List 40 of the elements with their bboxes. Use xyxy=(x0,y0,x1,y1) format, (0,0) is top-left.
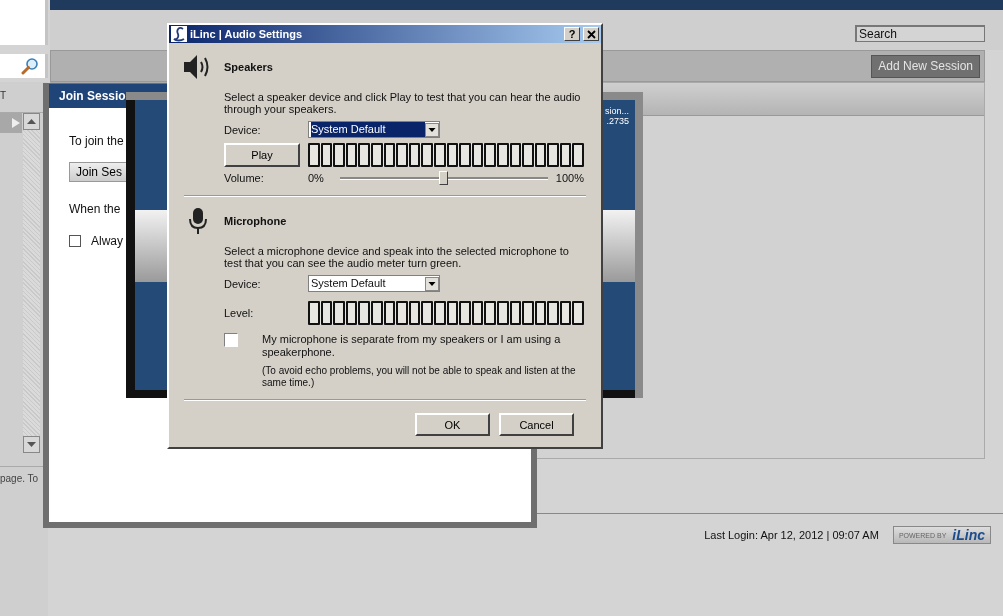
intro-text: To join the xyxy=(69,134,124,148)
section-description: Select a microphone device and speak into the selected microphone to test that you can see the audio meter turn green. xyxy=(224,245,570,269)
section-heading: Speakers xyxy=(224,61,273,73)
scroll-up-icon[interactable] xyxy=(23,113,40,130)
play-button[interactable]: Play xyxy=(224,143,300,167)
device-dropdown[interactable]: System Default xyxy=(308,275,440,292)
help-button[interactable]: ? xyxy=(564,27,580,41)
checkbox[interactable] xyxy=(69,235,81,247)
note-text: When the xyxy=(69,202,121,216)
script-logo-icon xyxy=(171,26,187,42)
scroll-down-icon[interactable] xyxy=(23,436,40,453)
session-text: .2735 xyxy=(606,116,629,126)
volume-slider[interactable] xyxy=(340,171,548,185)
level-label: Level: xyxy=(224,307,255,319)
scrollbar[interactable] xyxy=(23,113,40,453)
search-field[interactable]: Search xyxy=(855,25,985,42)
volume-max-label: 100% xyxy=(554,172,584,184)
device-dropdown[interactable]: System Default xyxy=(308,121,440,138)
checkbox[interactable] xyxy=(224,333,238,347)
sidebar-panel xyxy=(0,0,48,45)
last-login-text: Last Login: Apr 12, 2012 | 09:07 AM xyxy=(704,529,879,541)
checkbox-label: My microphone is separate from my speakers or I am using a speakerphone. xyxy=(262,333,562,359)
checkbox-label: Alway xyxy=(91,234,123,248)
arrow-right-icon xyxy=(12,118,20,128)
device-label: Device: xyxy=(224,277,262,290)
sidebar-search-field[interactable] xyxy=(0,54,48,78)
search-icon[interactable] xyxy=(21,57,39,75)
section-heading: Microphone xyxy=(224,215,287,227)
volume-min-label: 0% xyxy=(308,172,325,184)
add-session-button[interactable]: Add New Session xyxy=(871,54,980,78)
session-text: sion... xyxy=(605,106,629,116)
slider-thumb[interactable] xyxy=(439,171,448,185)
column-header: T xyxy=(0,89,8,103)
brand-logo: iLinc xyxy=(952,528,985,542)
volume-label: Volume: xyxy=(224,172,265,184)
dialog-button[interactable]: Cancel xyxy=(499,413,574,436)
device-label: Device: xyxy=(224,123,262,136)
window-title: iLinc | Audio Settings xyxy=(190,28,304,40)
dialog-button[interactable]: OK xyxy=(415,413,490,436)
note-text: (To avoid echo problems, you will not be able to speak and listen at the same time.) xyxy=(262,365,577,389)
